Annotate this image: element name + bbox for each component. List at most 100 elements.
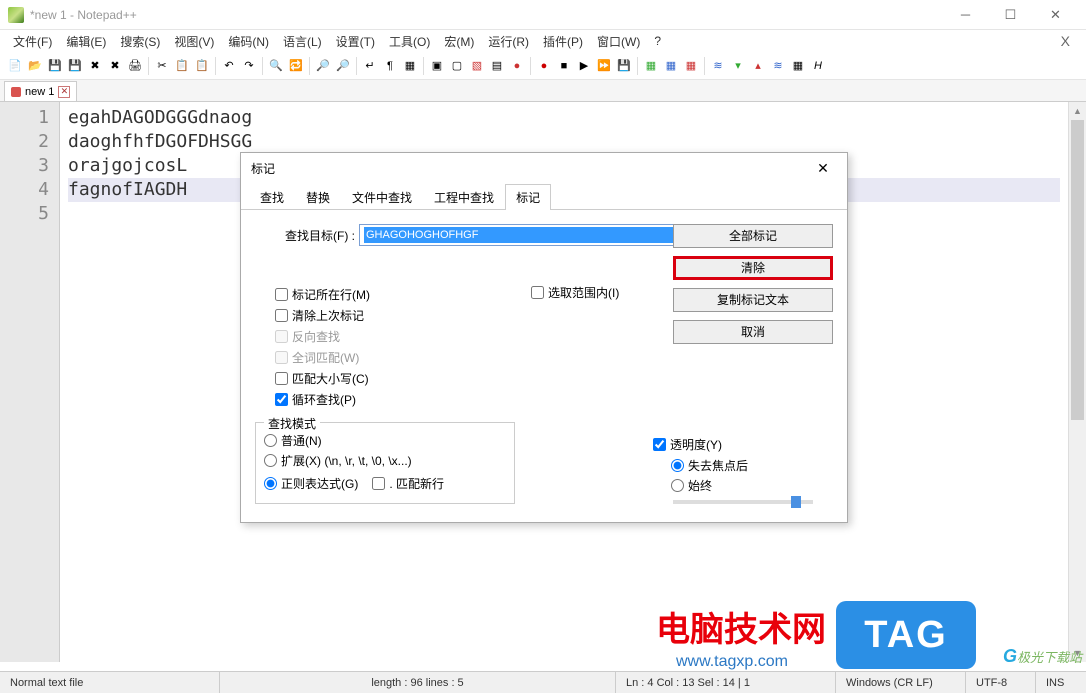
tool-icon[interactable]: ▦: [789, 57, 807, 75]
cut-icon[interactable]: ✂: [153, 57, 171, 75]
window-title: *new 1 - Notepad++: [30, 8, 137, 22]
tab-mark[interactable]: 标记: [505, 184, 551, 210]
match-case-check[interactable]: 匹配大小写(C): [275, 370, 833, 387]
menu-tools[interactable]: 工具(O): [382, 31, 437, 52]
mark-all-button[interactable]: 全部标记: [673, 224, 833, 248]
playfast-icon[interactable]: ⏩: [595, 57, 613, 75]
statusbar: Normal text file length : 96 lines : 5 L…: [0, 671, 1086, 693]
toolbar: 📄 📂 💾 💾 ✖ ✖ 🖨 ✂ 📋 📋 ↶ ↷ 🔍 🔁 🔎 🔎 ↵ ¶ ▦ ▣ …: [0, 52, 1086, 80]
indent-guide-icon[interactable]: ▦: [401, 57, 419, 75]
zoom-in-icon[interactable]: 🔎: [314, 57, 332, 75]
trans-always[interactable]: 始终: [671, 477, 833, 494]
menu-encoding[interactable]: 编码(N): [221, 31, 276, 52]
tool-icon[interactable]: ●: [508, 57, 526, 75]
whole-word-check: 全词匹配(W): [275, 349, 833, 366]
status-ins[interactable]: INS: [1036, 672, 1086, 693]
dialog-close-icon[interactable]: ✕: [809, 160, 837, 177]
scroll-thumb[interactable]: [1071, 120, 1084, 420]
transparency-check[interactable]: 透明度(Y): [653, 436, 833, 453]
zoom-out-icon[interactable]: 🔎: [334, 57, 352, 75]
status-eol[interactable]: Windows (CR LF): [836, 672, 966, 693]
dot-matches-newline[interactable]: . 匹配新行: [372, 475, 444, 492]
tool-icon[interactable]: ▤: [488, 57, 506, 75]
print-icon[interactable]: 🖨: [126, 57, 144, 75]
tool-icon[interactable]: ▾: [729, 57, 747, 75]
in-selection-check[interactable]: 选取范围内(I): [531, 284, 619, 301]
dialog-titlebar[interactable]: 标记 ✕: [241, 153, 847, 183]
status-encoding[interactable]: UTF-8: [966, 672, 1036, 693]
tool-icon[interactable]: ▴: [749, 57, 767, 75]
menu-run[interactable]: 运行(R): [481, 31, 536, 52]
show-all-icon[interactable]: ¶: [381, 57, 399, 75]
transparency-slider[interactable]: [673, 500, 813, 504]
find-icon[interactable]: 🔍: [267, 57, 285, 75]
line-number: 4: [0, 178, 49, 202]
close-file-icon[interactable]: ✖: [86, 57, 104, 75]
watermark-jiguang: G极光下载站: [1003, 646, 1082, 667]
code-line: egahDAGODGGGdnaog: [68, 106, 1060, 130]
tool-icon[interactable]: ≋: [769, 57, 787, 75]
play-icon[interactable]: ▶: [575, 57, 593, 75]
replace-icon[interactable]: 🔁: [287, 57, 305, 75]
undo-icon[interactable]: ↶: [220, 57, 238, 75]
redo-icon[interactable]: ↷: [240, 57, 258, 75]
menubar-close-icon[interactable]: X: [1051, 33, 1080, 49]
tab-findinfiles[interactable]: 文件中查找: [341, 184, 423, 210]
paste-icon[interactable]: 📋: [193, 57, 211, 75]
unfold-icon[interactable]: ▢: [448, 57, 466, 75]
mode-normal[interactable]: 普通(N): [264, 432, 506, 449]
new-file-icon[interactable]: 📄: [6, 57, 24, 75]
dialog-title-text: 标记: [251, 160, 809, 177]
wordwrap-icon[interactable]: ↵: [361, 57, 379, 75]
record-icon[interactable]: ●: [535, 57, 553, 75]
tool-icon[interactable]: H: [809, 57, 827, 75]
file-tab-strip: new 1 ✕: [0, 80, 1086, 102]
tool-icon[interactable]: ▧: [468, 57, 486, 75]
minimize-button[interactable]: ─: [943, 0, 988, 30]
save-all-icon[interactable]: 💾: [66, 57, 84, 75]
watermark-cn: 电脑技术网: [656, 602, 826, 651]
tab-findinprojects[interactable]: 工程中查找: [423, 184, 505, 210]
maximize-button[interactable]: ☐: [988, 0, 1033, 30]
line-gutter: 1 2 3 4 5: [0, 102, 60, 662]
in-selection-checkbox[interactable]: [531, 286, 544, 299]
menu-macro[interactable]: 宏(M): [437, 31, 481, 52]
close-button[interactable]: ✕: [1033, 0, 1078, 30]
menu-settings[interactable]: 设置(T): [329, 31, 382, 52]
tool-icon[interactable]: ▦: [642, 57, 660, 75]
menu-plugins[interactable]: 插件(P): [536, 31, 590, 52]
menu-language[interactable]: 语言(L): [276, 31, 329, 52]
scroll-up-icon[interactable]: ▲: [1069, 102, 1086, 120]
menu-help[interactable]: ?: [647, 32, 668, 50]
mode-extended[interactable]: 扩展(X) (\n, \r, \t, \0, \x...): [264, 452, 506, 469]
tab-find[interactable]: 查找: [249, 184, 295, 210]
mode-regex[interactable]: 正则表达式(G): [264, 475, 358, 492]
save-icon[interactable]: 💾: [46, 57, 64, 75]
clear-button[interactable]: 清除: [673, 256, 833, 280]
tab-replace[interactable]: 替换: [295, 184, 341, 210]
file-tab-label: new 1: [25, 86, 54, 98]
fold-icon[interactable]: ▣: [428, 57, 446, 75]
menu-window[interactable]: 窗口(W): [590, 31, 647, 52]
file-tab[interactable]: new 1 ✕: [4, 81, 77, 101]
slider-handle[interactable]: [791, 496, 801, 508]
menu-search[interactable]: 搜索(S): [113, 31, 167, 52]
copy-icon[interactable]: 📋: [173, 57, 191, 75]
open-file-icon[interactable]: 📂: [26, 57, 44, 75]
tab-close-icon[interactable]: ✕: [58, 86, 70, 98]
save-macro-icon[interactable]: 💾: [615, 57, 633, 75]
menu-file[interactable]: 文件(F): [6, 31, 59, 52]
tool-icon[interactable]: ≋: [709, 57, 727, 75]
cancel-button[interactable]: 取消: [673, 320, 833, 344]
stop-icon[interactable]: ■: [555, 57, 573, 75]
tool-icon[interactable]: ▦: [662, 57, 680, 75]
menu-view[interactable]: 视图(V): [167, 31, 221, 52]
copy-marked-text-button[interactable]: 复制标记文本: [673, 288, 833, 312]
vertical-scrollbar[interactable]: ▲ ▼: [1068, 102, 1086, 662]
titlebar: *new 1 - Notepad++ ─ ☐ ✕: [0, 0, 1086, 30]
close-all-icon[interactable]: ✖: [106, 57, 124, 75]
menu-edit[interactable]: 编辑(E): [59, 31, 113, 52]
trans-onblur[interactable]: 失去焦点后: [671, 457, 833, 474]
tool-icon[interactable]: ▦: [682, 57, 700, 75]
wrap-check[interactable]: 循环查找(P): [275, 391, 833, 408]
